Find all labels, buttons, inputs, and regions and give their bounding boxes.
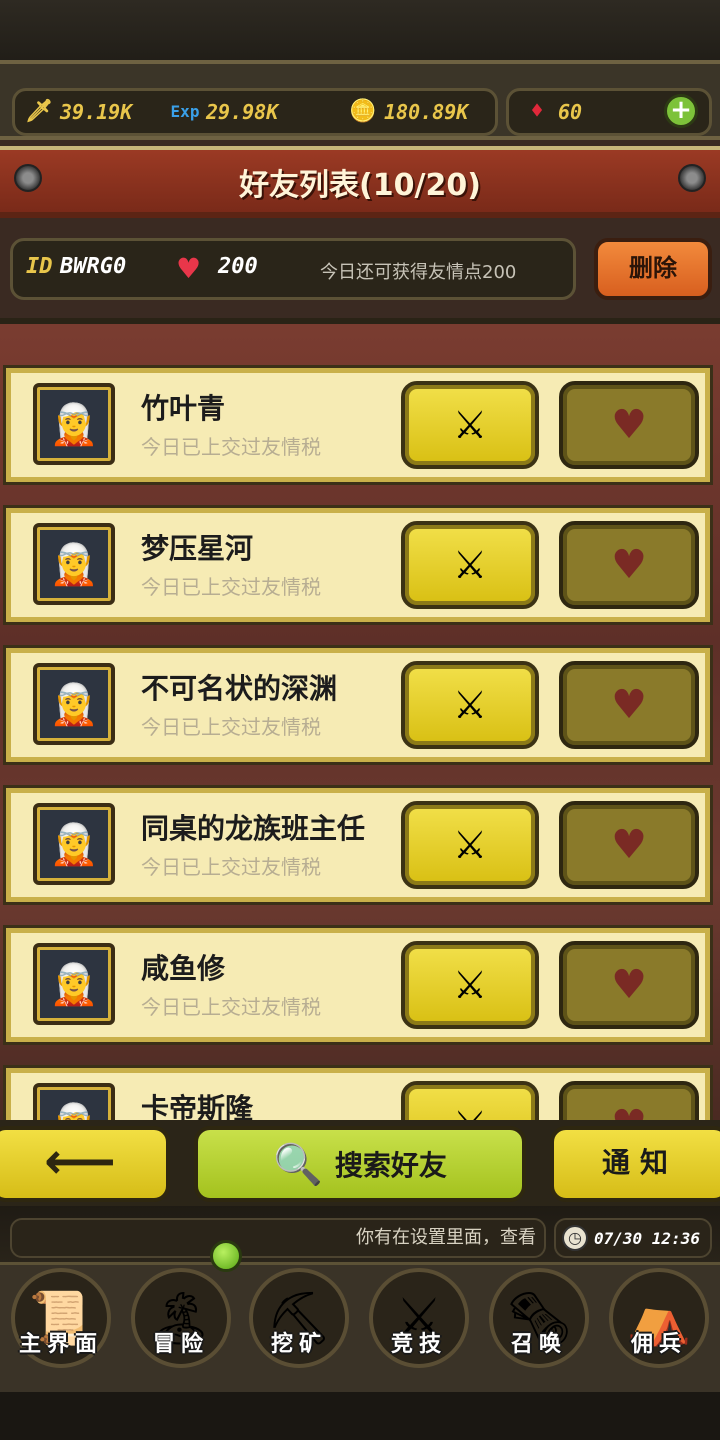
send-heart-button[interactable]: ♥ [559, 381, 699, 469]
heart-icon: ♥ [611, 1102, 647, 1120]
heart-icon: ♥ [611, 542, 647, 588]
search-friends-label: 搜索好友 [334, 1149, 447, 1182]
crossed-swords-icon: ⚔ [452, 403, 488, 447]
search-friends-button[interactable]: 🔍 搜索好友 [194, 1126, 526, 1202]
battle-button[interactable]: ⚔ [401, 801, 539, 889]
add-gems-button[interactable]: + [664, 94, 698, 128]
exp-resource: Exp 29.98K [170, 96, 279, 128]
id-label: ID [26, 254, 53, 279]
user-id: BWRG0 [60, 254, 127, 279]
friend-row: 🧝 不可名状的深渊 今日已上交过友情税 ⚔ ♥ [3, 645, 713, 765]
friendship-points: 200 [218, 254, 258, 279]
attack-value: 39.19K [60, 100, 133, 124]
nav-label: 竞技 [390, 1332, 447, 1357]
clock: ◷ 07/30 12:36 [554, 1218, 712, 1258]
friend-row: 🧝 咸鱼修 今日已上交过友情税 ⚔ ♥ [3, 925, 713, 1045]
friend-row: 🧝 同桌的龙族班主任 今日已上交过友情税 ⚔ ♥ [3, 785, 713, 905]
send-heart-button[interactable]: ♥ [559, 661, 699, 749]
crossed-swords-icon: ⚔ [452, 543, 488, 587]
send-heart-button[interactable]: ♥ [559, 941, 699, 1029]
friend-name: 卡帝斯隆 [141, 1092, 254, 1120]
friend-status: 今日已上交过友情税 [141, 575, 321, 599]
avatar[interactable]: 🧝 [33, 1083, 115, 1120]
page-title: 好友列表(10/20) [239, 168, 481, 203]
gem-resource: ♦ 60 [522, 96, 582, 128]
crossed-swords-icon: ⚔ [452, 823, 488, 867]
nav-mercenary[interactable]: ⛺ 佣兵 [600, 1262, 718, 1392]
crossed-swords-icon: ⚔ [452, 683, 488, 727]
battle-button[interactable]: ⚔ [401, 941, 539, 1029]
friend-status: 今日已上交过友情税 [141, 855, 321, 879]
send-heart-button[interactable]: ♥ [559, 1081, 699, 1120]
daily-points-remaining: 今日还可获得友情点200 [320, 262, 517, 283]
avatar[interactable]: 🧝 [33, 803, 115, 885]
friend-status: 今日已上交过友情税 [141, 435, 321, 459]
nav-label: 冒险 [152, 1332, 209, 1357]
gem-value: 60 [558, 100, 583, 124]
battle-button[interactable]: ⚔ [401, 381, 539, 469]
friend-name: 咸鱼修 [141, 952, 226, 985]
nav-main[interactable]: 📜 主界面 [2, 1262, 120, 1392]
friend-name: 梦压星河 [141, 532, 254, 565]
news-ticker: 你有在设置里面，查看 [10, 1218, 546, 1258]
notify-button[interactable]: 通知 [550, 1126, 720, 1202]
ruby-icon: ♦ [530, 99, 544, 124]
heart-icon: ♥ [611, 402, 647, 448]
crossed-swords-icon: ⚔ [452, 963, 488, 1007]
send-heart-button[interactable]: ♥ [559, 801, 699, 889]
arrow-left-icon: ⟵ [44, 1132, 116, 1190]
heart-icon: ♥ [611, 822, 647, 868]
friend-row: 🧝 梦压星河 今日已上交过友情税 ⚔ ♥ [3, 505, 713, 625]
nav-summon[interactable]: 🗞 召唤 [480, 1262, 598, 1392]
gold-coin-icon: 🪙 [349, 99, 377, 124]
heart-icon: ♥ [176, 252, 202, 285]
battle-button[interactable]: ⚔ [401, 521, 539, 609]
exp-value: 29.98K [206, 100, 279, 124]
battle-button[interactable]: ⚔ [401, 661, 539, 749]
attack-resource: 🗡 39.19K [24, 96, 132, 128]
nav-label: 佣兵 [630, 1332, 687, 1357]
send-heart-button[interactable]: ♥ [559, 521, 699, 609]
gold-resource: 🪙 180.89K [348, 96, 468, 128]
nav-arena[interactable]: ⚔ 竞技 [360, 1262, 478, 1392]
avatar[interactable]: 🧝 [33, 943, 115, 1025]
friend-row: 🧝 竹叶青 今日已上交过友情税 ⚔ ♥ [3, 365, 713, 485]
back-button[interactable]: ⟵ [0, 1126, 170, 1202]
nav-label: 召唤 [510, 1332, 567, 1357]
bottom-strip [0, 1392, 720, 1440]
friend-name: 同桌的龙族班主任 [141, 812, 366, 845]
delete-button[interactable]: 删除 [594, 238, 712, 300]
heart-icon: ♥ [611, 962, 647, 1008]
nav-mining[interactable]: ⛏ 挖矿 [240, 1262, 358, 1392]
heart-icon: ♥ [611, 682, 647, 728]
friend-name: 不可名状的深渊 [141, 672, 338, 705]
sword-icon: 🗡 [25, 99, 53, 124]
nav-adventure[interactable]: 🏝 冒险 [122, 1262, 240, 1392]
crossed-swords-icon: ⚔ [453, 1103, 487, 1120]
avatar[interactable]: 🧝 [33, 383, 115, 465]
friend-row: 🧝 卡帝斯隆 ⚔ ♥ [3, 1065, 713, 1120]
battle-button[interactable]: ⚔ [401, 1081, 539, 1120]
avatar[interactable]: 🧝 [33, 523, 115, 605]
friend-list[interactable]: 🧝 竹叶青 今日已上交过友情税 ⚔ ♥ 🧝 梦压星河 今日已上交过友情税 ⚔ ♥… [0, 318, 720, 1120]
friend-status: 今日已上交过友情税 [141, 995, 321, 1019]
notification-dot [210, 1240, 242, 1272]
gold-value: 180.89K [384, 100, 469, 124]
exp-icon: Exp [170, 102, 200, 121]
nav-label: 挖矿 [270, 1332, 327, 1357]
clock-icon: ◷ [562, 1225, 588, 1251]
magnifier-icon: 🔍 [273, 1141, 323, 1188]
friend-name: 竹叶青 [141, 392, 226, 425]
nav-label: 主界面 [18, 1332, 103, 1357]
friend-status: 今日已上交过友情税 [141, 715, 321, 739]
clock-text: 07/30 12:36 [594, 1228, 700, 1248]
avatar[interactable]: 🧝 [33, 663, 115, 745]
